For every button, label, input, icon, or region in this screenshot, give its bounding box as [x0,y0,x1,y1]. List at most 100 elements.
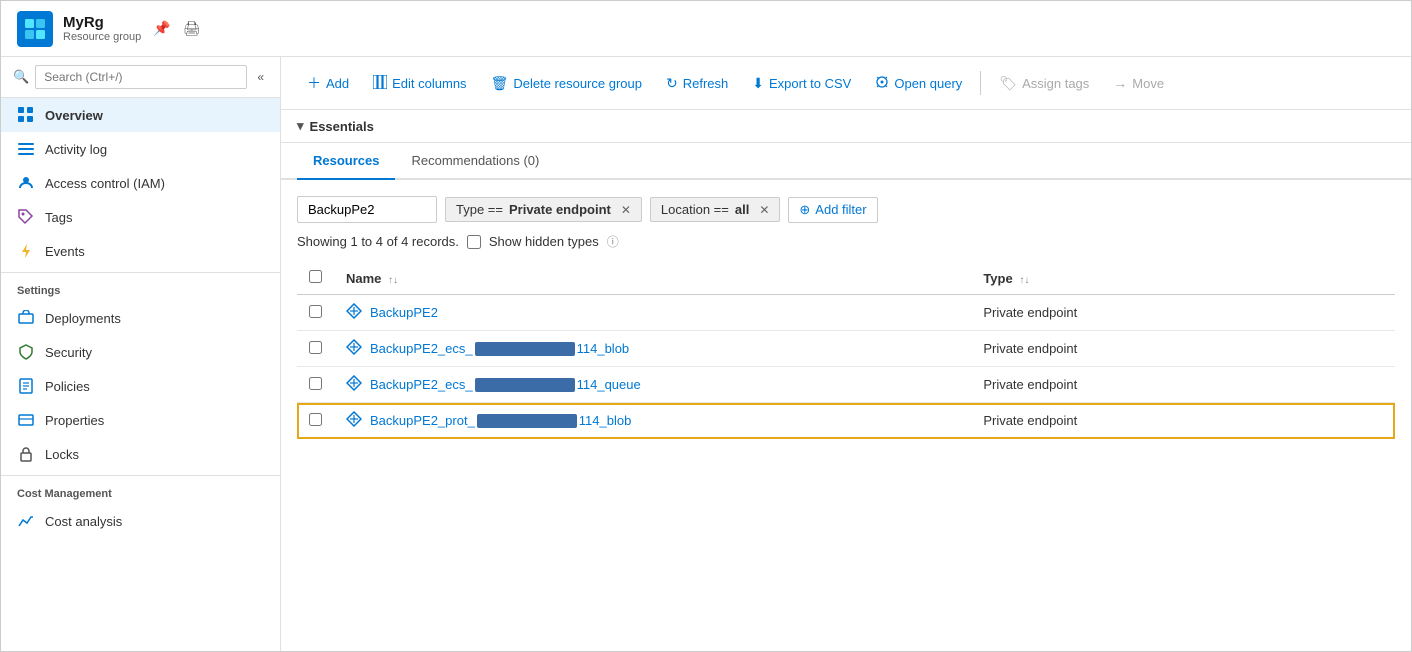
essentials-bar[interactable]: ▾ Essentials [281,110,1411,143]
search-input[interactable] [35,65,247,89]
sidebar-item-locks-label: Locks [45,447,79,462]
properties-icon [17,411,35,429]
delete-icon: 🗑 [491,75,509,92]
row-type-0: Private endpoint [971,295,1395,331]
query-icon [875,75,889,92]
table-row: BackupPE2 Private endpoint [297,295,1395,331]
add-filter-button[interactable]: ⊕ Add filter [788,197,877,223]
sidebar-item-activity-log[interactable]: Activity log [1,132,280,166]
location-filter-value: all [735,202,749,217]
app-subtitle: Resource group [63,31,141,43]
print-icon[interactable]: 🖨 [183,20,201,37]
sidebar-item-properties-label: Properties [45,413,104,428]
sidebar-item-properties[interactable]: Properties [1,403,280,437]
locks-icon [17,445,35,463]
sidebar-item-events-label: Events [45,244,85,259]
tab-resources[interactable]: Resources [297,143,395,180]
export-button[interactable]: ⬇ Export to CSV [742,69,861,98]
refresh-icon: ↻ [666,75,678,92]
row-checkbox-0[interactable] [309,305,322,318]
sidebar-item-security[interactable]: Security [1,335,280,369]
open-query-button[interactable]: Open query [865,69,972,98]
show-hidden-types-checkbox[interactable] [467,235,481,249]
records-info: Showing 1 to 4 of 4 records. Show hidden… [297,233,1395,250]
info-icon: ⓘ [607,233,619,250]
row-name-link-1[interactable]: BackupPE2_ecs_114_blob [370,341,629,357]
sidebar-item-overview[interactable]: Overview [1,98,280,132]
sidebar-item-access-control-label: Access control (IAM) [45,176,165,191]
essentials-chevron-icon: ▾ [297,118,304,134]
filter-search-input[interactable] [297,196,437,223]
cost-section-label: Cost Management [1,475,280,504]
collapse-sidebar-button[interactable]: « [253,70,268,84]
add-filter-icon: ⊕ [799,202,810,218]
sidebar-item-policies[interactable]: Policies [1,369,280,403]
resource-table: Name ↑↓ Type ↑↓ BackupPE2 Private endpoin… [297,262,1395,439]
type-header: Type ↑↓ [971,262,1395,295]
add-icon: ＋ [307,73,321,93]
app-logo [17,11,53,47]
sidebar-item-activity-log-label: Activity log [45,142,107,157]
row-name-link-2[interactable]: BackupPE2_ecs_114_queue [370,377,641,393]
tab-recommendations[interactable]: Recommendations (0) [395,143,555,180]
name-header: Name ↑↓ [334,262,971,295]
tag-icon [17,208,35,226]
private-endpoint-icon [346,339,362,358]
row-type-3: Private endpoint [971,403,1395,439]
row-checkbox-1[interactable] [309,341,322,354]
sidebar-item-events[interactable]: Events [1,234,280,268]
type-filter-close[interactable]: ✕ [621,203,631,217]
resources-content: Type == Private endpoint ✕ Location == a… [281,180,1411,651]
sidebar-item-locks[interactable]: Locks [1,437,280,471]
private-endpoint-icon [346,303,362,322]
search-icon: 🔍 [13,69,29,85]
select-all-checkbox[interactable] [309,270,322,283]
records-count: Showing 1 to 4 of 4 records. [297,234,459,249]
list-icon [17,140,35,158]
row-checkbox-2[interactable] [309,377,322,390]
settings-section-label: Settings [1,272,280,301]
policies-icon [17,377,35,395]
security-icon [17,343,35,361]
sidebar-item-cost-analysis[interactable]: Cost analysis [1,504,280,538]
sidebar-item-deployments-label: Deployments [45,311,121,326]
move-button[interactable]: → Move [1103,69,1174,97]
sidebar-item-deployments[interactable]: Deployments [1,301,280,335]
row-type-2: Private endpoint [971,367,1395,403]
location-filter-close[interactable]: ✕ [759,203,769,217]
location-filter-tag: Location == all ✕ [650,197,780,222]
columns-icon [373,75,387,92]
sidebar-item-tags-label: Tags [45,210,72,225]
sidebar-item-overview-label: Overview [45,108,103,123]
edit-columns-button[interactable]: Edit columns [363,69,476,98]
name-sort-icon[interactable]: ↑↓ [388,275,398,286]
refresh-button[interactable]: ↻ Refresh [656,69,738,98]
app-title: MyRg [63,14,141,31]
table-row: BackupPE2_prot_114_blob Private endpoint [297,403,1395,439]
pin-icon[interactable]: 📌 [153,20,170,37]
filter-bar: Type == Private endpoint ✕ Location == a… [297,196,1395,223]
toolbar: ＋ Add Edit columns 🗑 Delete resource gro… [281,57,1411,110]
sidebar-item-access-control[interactable]: Access control (IAM) [1,166,280,200]
sidebar-item-policies-label: Policies [45,379,90,394]
toolbar-separator [980,71,981,95]
type-sort-icon[interactable]: ↑↓ [1019,275,1029,286]
table-row: BackupPE2_ecs_114_blobPrivate endpoint [297,331,1395,367]
location-filter-label: Location == [661,202,729,217]
person-icon [17,174,35,192]
delete-button[interactable]: 🗑 Delete resource group [481,69,652,98]
add-button[interactable]: ＋ Add [297,67,359,99]
essentials-label: Essentials [310,119,374,134]
type-filter-value: Private endpoint [509,202,611,217]
sidebar-item-tags[interactable]: Tags [1,200,280,234]
table-row: BackupPE2_ecs_114_queue Private endpoint [297,367,1395,403]
assign-tags-button[interactable]: 🏷 Assign tags [989,69,1099,98]
row-name-link-0[interactable]: BackupPE2 [370,305,438,320]
type-filter-tag: Type == Private endpoint ✕ [445,197,642,222]
bolt-icon [17,242,35,260]
row-checkbox-3[interactable] [309,413,322,426]
show-hidden-types-label: Show hidden types [489,234,599,249]
sidebar-item-cost-analysis-label: Cost analysis [45,514,122,529]
sidebar-item-security-label: Security [45,345,92,360]
row-name-link-3[interactable]: BackupPE2_prot_114_blob [370,413,631,429]
